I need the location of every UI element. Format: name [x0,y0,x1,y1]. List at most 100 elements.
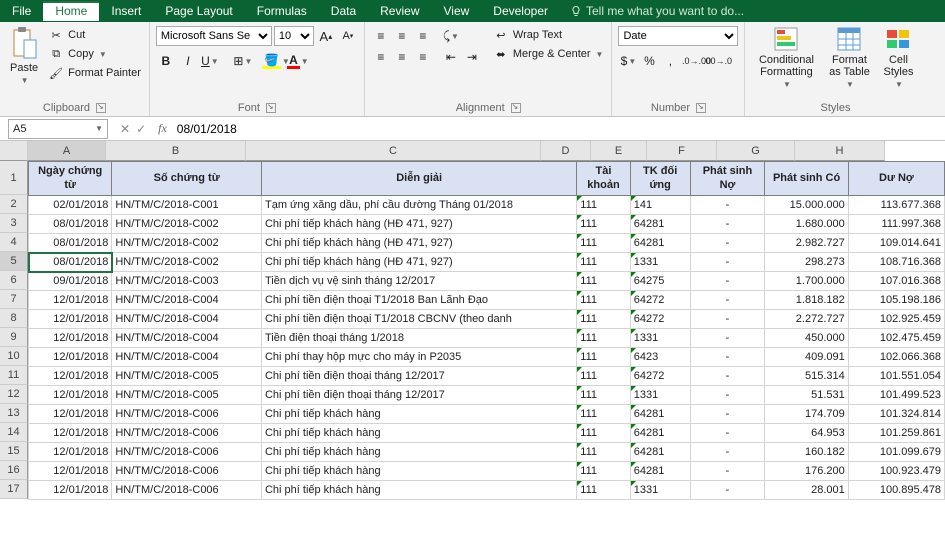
cell[interactable]: 51.531 [765,386,848,405]
cell[interactable]: - [690,405,765,424]
select-all-corner[interactable] [0,141,28,161]
accounting-format-button[interactable]: $▼ [618,51,638,71]
table-row[interactable]: 12/01/2018HN/TM/C/2018-C006Chi phí tiếp … [29,443,945,462]
tab-developer[interactable]: Developer [481,1,560,21]
enter-formula-button[interactable]: ✓ [136,122,146,136]
orientation-button[interactable]: ⤹▼ [441,26,461,46]
cell[interactable]: - [690,348,765,367]
cell[interactable]: 298.273 [765,253,848,272]
cell[interactable]: Chi phí tiếp khách hàng [261,462,576,481]
table-row[interactable]: 12/01/2018HN/TM/C/2018-C004Chi phí tiền … [29,291,945,310]
cell[interactable]: 111 [577,481,630,500]
percent-format-button[interactable]: % [639,51,659,71]
cell[interactable]: Tạm ứng xăng dầu, phí cầu đường Tháng 01… [261,196,576,215]
cell[interactable]: Chi phí tiếp khách hàng [261,443,576,462]
align-bottom-button[interactable]: ≡ [413,26,433,46]
cell[interactable]: - [690,481,765,500]
cell[interactable]: Chi phí thay hộp mực cho máy in P2035 [261,348,576,367]
decrease-decimal-button[interactable]: .00→.0 [707,51,727,71]
cell[interactable]: - [690,310,765,329]
table-header[interactable]: Diễn giải [261,162,576,196]
table-row[interactable]: 12/01/2018HN/TM/C/2018-C004Chi phí thay … [29,348,945,367]
table-header[interactable]: Ngày chứng từ [29,162,112,196]
table-row[interactable]: 12/01/2018HN/TM/C/2018-C006Chi phí tiếp … [29,405,945,424]
cell[interactable]: Chi phí tiếp khách hàng [261,481,576,500]
italic-button[interactable]: I [178,51,198,71]
paste-button[interactable]: Paste ▼ [6,26,42,85]
cell[interactable]: 15.000.000 [765,196,848,215]
cell[interactable]: 111 [577,405,630,424]
cell[interactable]: 1331 [630,253,690,272]
cell[interactable]: 64281 [630,424,690,443]
cell[interactable]: 176.200 [765,462,848,481]
row-header-14[interactable]: 14 [0,423,28,442]
cell[interactable]: 64281 [630,462,690,481]
tab-review[interactable]: Review [368,1,431,21]
table-row[interactable]: 12/01/2018HN/TM/C/2018-C004Chi phí tiền … [29,310,945,329]
cell[interactable]: 108.716.368 [848,253,944,272]
cell[interactable]: HN/TM/C/2018-C006 [112,424,262,443]
cell[interactable]: Chi phí tiền điện thoại tháng 12/2017 [261,367,576,386]
cell[interactable]: 450.000 [765,329,848,348]
column-header-G[interactable]: G [717,141,795,161]
dialog-launcher[interactable] [266,103,276,113]
tab-file[interactable]: File [0,1,43,21]
copy-button[interactable]: ⧉Copy▼ [46,45,143,63]
fx-icon[interactable]: fx [158,121,167,136]
cell[interactable]: 109.014.641 [848,234,944,253]
column-header-F[interactable]: F [647,141,717,161]
cell[interactable]: Chi phí tiền điện thoại T1/2018 Ban Lãnh… [261,291,576,310]
cell[interactable]: Chi phí tiếp khách hàng [261,405,576,424]
cell[interactable]: 12/01/2018 [29,481,112,500]
row-header-5[interactable]: 5 [0,252,28,271]
tab-page-layout[interactable]: Page Layout [153,1,244,21]
cell[interactable]: 111 [577,291,630,310]
increase-indent-button[interactable]: ⇥ [462,47,482,67]
row-header-13[interactable]: 13 [0,404,28,423]
cell[interactable]: - [690,443,765,462]
number-format-select[interactable]: Date [618,26,738,46]
align-right-button[interactable]: ≡ [413,47,433,67]
row-header-4[interactable]: 4 [0,233,28,252]
cell[interactable]: 02/01/2018 [29,196,112,215]
border-button[interactable]: ⊞▼ [233,51,253,71]
bold-button[interactable]: B [156,51,176,71]
row-header-10[interactable]: 10 [0,347,28,366]
conditional-formatting-button[interactable]: Conditional Formatting▼ [751,26,821,89]
cell[interactable]: HN/TM/C/2018-C004 [112,291,262,310]
font-size-select[interactable]: 10 [274,26,314,46]
cell[interactable]: 12/01/2018 [29,424,112,443]
comma-format-button[interactable]: , [660,51,680,71]
wrap-text-button[interactable]: ↩Wrap Text [491,26,606,44]
cell[interactable]: - [690,253,765,272]
table-header[interactable]: Phát sinh Nợ [690,162,765,196]
cell[interactable]: 101.259.861 [848,424,944,443]
table-row[interactable]: 12/01/2018HN/TM/C/2018-C005Chi phí tiền … [29,386,945,405]
cell[interactable]: 101.551.054 [848,367,944,386]
cell[interactable]: 111 [577,310,630,329]
tab-insert[interactable]: Insert [99,1,153,21]
cell[interactable]: HN/TM/C/2018-C004 [112,329,262,348]
align-top-button[interactable]: ≡ [371,26,391,46]
cell[interactable]: - [690,215,765,234]
cell[interactable]: 111 [577,462,630,481]
cell[interactable]: Chi phí tiền điện thoại T1/2018 CBCNV (t… [261,310,576,329]
table-row[interactable]: 12/01/2018HN/TM/C/2018-C004Tiền điện tho… [29,329,945,348]
table-row[interactable]: 08/01/2018HN/TM/C/2018-C002Chi phí tiếp … [29,234,945,253]
decrease-indent-button[interactable]: ⇤ [441,47,461,67]
cell[interactable]: HN/TM/C/2018-C003 [112,272,262,291]
cell[interactable]: 111 [577,443,630,462]
tab-view[interactable]: View [432,1,482,21]
cell[interactable]: 09/01/2018 [29,272,112,291]
cell[interactable]: 08/01/2018 [29,234,112,253]
column-header-A[interactable]: A [28,141,106,161]
table-header[interactable]: Số chứng từ [112,162,262,196]
cell-styles-button[interactable]: Cell Styles▼ [877,26,919,89]
column-header-H[interactable]: H [795,141,885,161]
cell[interactable]: HN/TM/C/2018-C006 [112,443,262,462]
cell[interactable]: 515.314 [765,367,848,386]
row-header-17[interactable]: 17 [0,480,28,499]
table-row[interactable]: 08/01/2018HN/TM/C/2018-C002Chi phí tiếp … [29,253,945,272]
cell[interactable]: 64.953 [765,424,848,443]
table-header[interactable]: Phát sinh Có [765,162,848,196]
